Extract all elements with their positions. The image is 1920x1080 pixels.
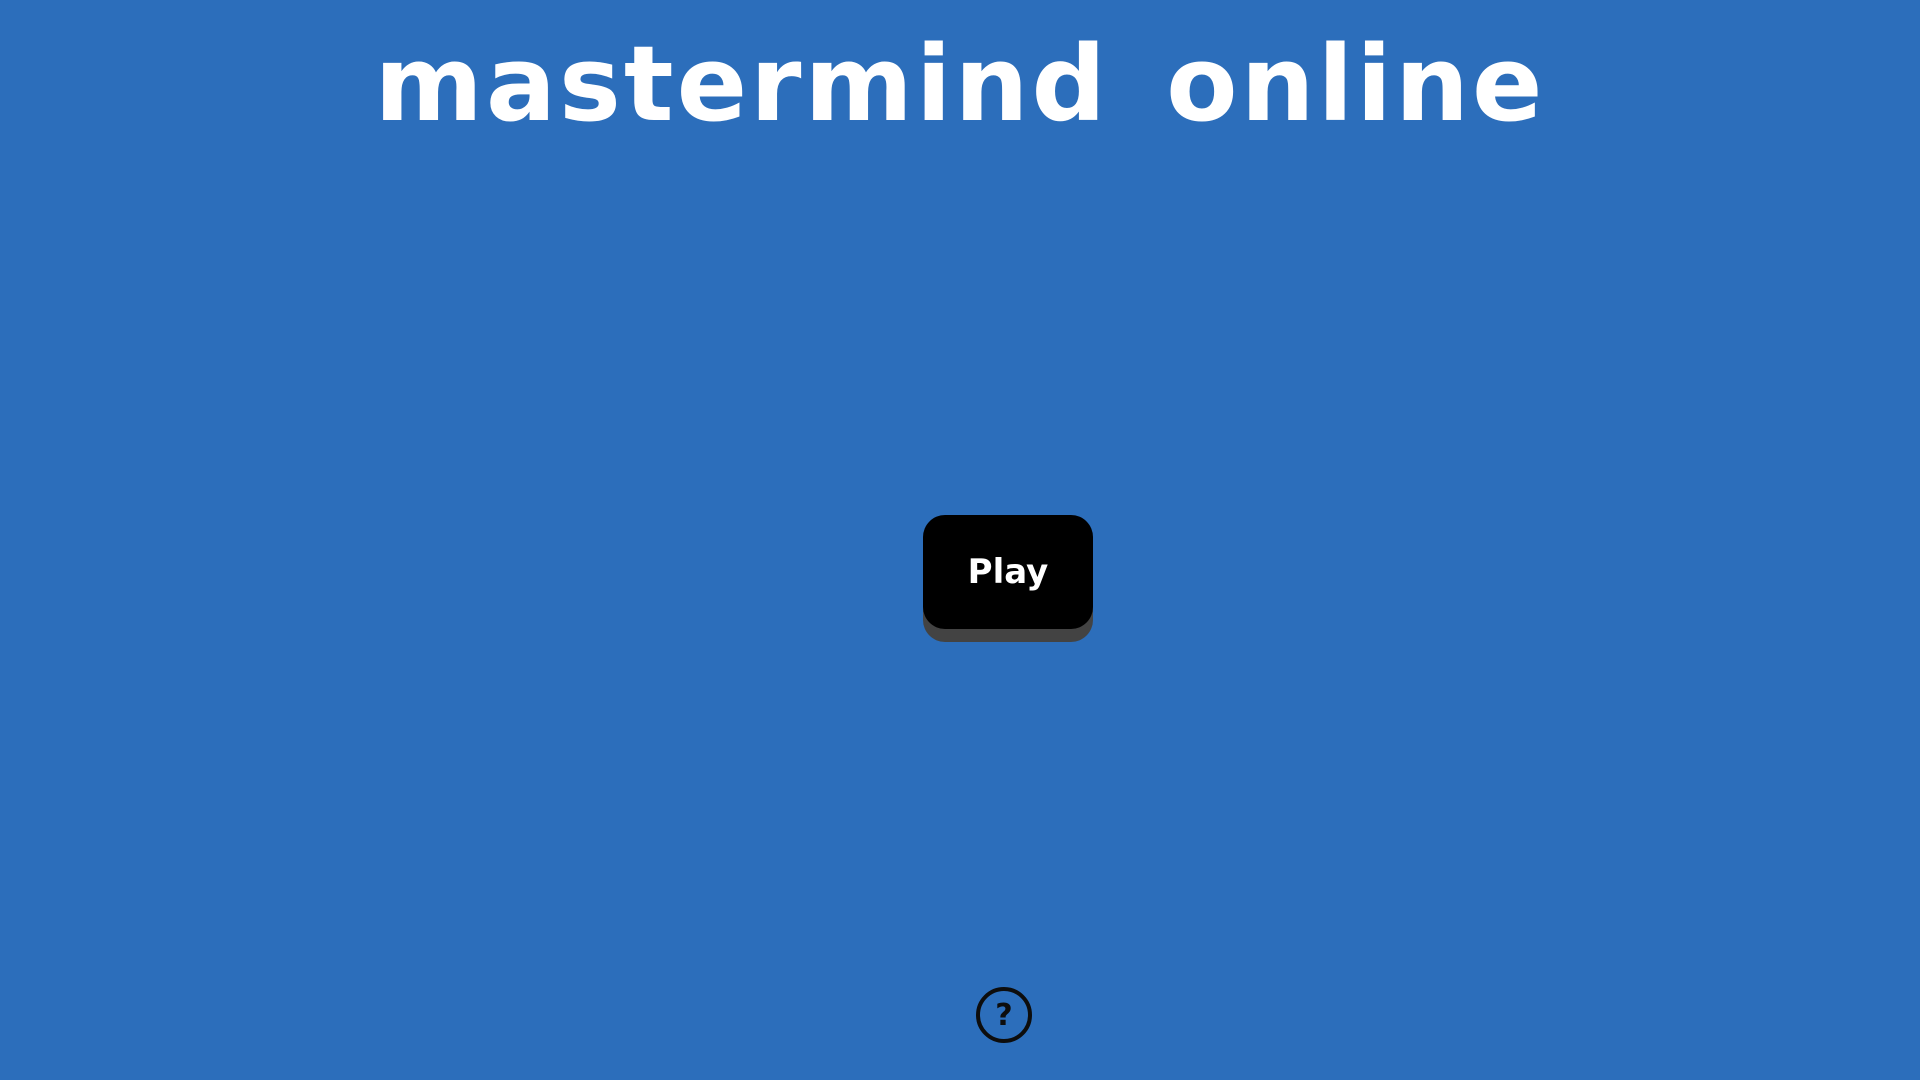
question-circle-icon: ? <box>995 997 1013 1033</box>
play-button[interactable]: Play <box>923 515 1093 629</box>
help-button[interactable]: ? <box>976 987 1032 1043</box>
page-title: mastermind online <box>374 23 1546 145</box>
